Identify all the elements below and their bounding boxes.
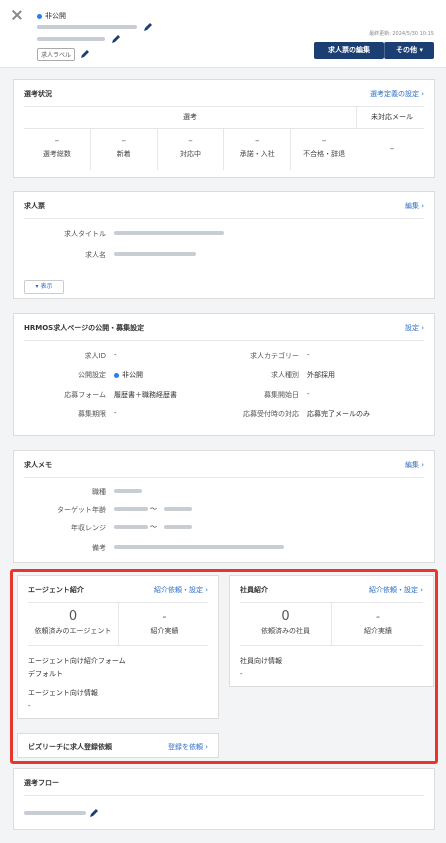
visibility-status: 非公開 <box>37 11 66 21</box>
pencil-icon[interactable] <box>143 22 153 32</box>
selection-flow-card: 選考フロー <box>13 768 435 830</box>
redacted-text <box>37 37 105 41</box>
card-title: 求人票 <box>24 202 45 210</box>
job-title-line <box>37 22 153 32</box>
field-key: 求人ID <box>84 352 106 360</box>
selection-definition-link[interactable]: 選考定義の設定 › <box>370 89 424 99</box>
status-count: – <box>321 136 327 146</box>
redacted-text <box>114 525 148 529</box>
status-label: 選考総数 <box>42 150 71 158</box>
status-label: 対応中 <box>179 150 201 158</box>
field-key: 求人カテゴリー <box>250 352 299 360</box>
field-value: 応募完了メールのみ <box>307 410 370 418</box>
field-value: - <box>307 351 310 359</box>
memo-key: 年収レンジ <box>71 524 106 532</box>
pencil-icon[interactable] <box>80 49 90 59</box>
memo-key: ターゲット年齢 <box>57 506 106 514</box>
hrmos-settings-card: HRMOS求人ページの公開・募集設定 設定 › 求人ID - 公開設定 非公開 … <box>13 313 435 436</box>
redacted-text <box>164 525 192 529</box>
status-column[interactable]: – 選考総数 <box>24 128 91 170</box>
divider <box>24 795 424 796</box>
field-value: 非公開 <box>114 370 143 380</box>
edit-job-button[interactable]: 求人票の編集 <box>314 42 384 59</box>
field-key: 公開設定 <box>78 371 106 379</box>
status-column[interactable]: – 不合格・辞退 <box>291 128 357 170</box>
status-dot-icon <box>114 372 119 378</box>
more-button[interactable]: その他 ▾ <box>384 42 434 59</box>
status-count: – <box>54 136 60 146</box>
divider <box>24 340 424 341</box>
last-updated: 最終更新: 2024/5/30 10:15 <box>369 31 434 37</box>
pencil-icon[interactable] <box>111 34 121 44</box>
status-column[interactable]: – 新着 <box>91 128 158 170</box>
redacted-text <box>114 507 148 511</box>
card-title: 選考状況 <box>24 90 52 98</box>
divider <box>24 218 424 219</box>
selection-group-header: 選考 <box>24 106 357 128</box>
field-key: 求人種別 <box>271 371 299 379</box>
field-value: - <box>114 351 117 359</box>
redacted-text <box>114 545 284 549</box>
range-separator: 〜 <box>150 523 157 531</box>
job-ticket-card: 求人票 編集 › 求人タイトル 求人名 ▾ 表示 <box>13 191 435 299</box>
status-column[interactable]: – 承諾・入社 <box>224 128 292 170</box>
pencil-icon[interactable] <box>89 808 99 818</box>
status-columns: – 選考総数 – 新着 – 対応中 – 承諾・入社 – 不合格・辞退 <box>24 128 357 170</box>
close-icon[interactable] <box>11 9 23 21</box>
status-dot-icon <box>37 13 42 19</box>
unhandled-mail-header: 未対応メール <box>371 113 413 121</box>
field-value: 履歴書＋職務経歴書 <box>114 391 177 399</box>
row-key: 求人名 <box>85 251 106 259</box>
field-key: 募集開始日 <box>264 391 299 399</box>
field-value: - <box>114 409 117 417</box>
redacted-text <box>114 489 142 493</box>
status-count: – <box>121 136 126 146</box>
status-label: 承諾・入社 <box>239 150 275 158</box>
job-memo-card: 求人メモ 編集 › 職種 ターゲット年齢 〜 年収レンジ 〜 備考 <box>13 450 435 563</box>
card-title: HRMOS求人ページの公開・募集設定 <box>24 324 145 332</box>
job-label-tag[interactable]: 求人ラベル <box>37 48 76 61</box>
field-key: 応募フォーム <box>64 391 106 399</box>
selection-status-card: 選考状況 選考定義の設定 › 選考 未対応メール – 選考総数 – 新着 – 対応中 – 承諾… <box>13 79 435 178</box>
status-label: 新着 <box>116 150 131 158</box>
memo-edit-link[interactable]: 編集 › <box>405 460 424 470</box>
memo-key: 職種 <box>92 488 106 496</box>
highlight-frame <box>10 569 438 764</box>
redacted-text <box>164 507 192 511</box>
card-title: 求人メモ <box>24 461 52 469</box>
status-count: – <box>188 136 193 146</box>
show-more-button[interactable]: ▾ 表示 <box>24 280 64 294</box>
status-label: 不合格・辞退 <box>303 150 346 158</box>
job-subtitle-line <box>37 34 121 44</box>
card-title: 選考フロー <box>24 779 59 787</box>
memo-key: 備考 <box>92 544 106 552</box>
hrmos-settings-link[interactable]: 設定 › <box>405 323 424 333</box>
row-key: 求人タイトル <box>64 230 106 238</box>
redacted-text <box>37 25 137 29</box>
field-value: 外部採用 <box>307 371 335 379</box>
unhandled-value: – <box>389 144 395 154</box>
redacted-text <box>24 811 86 815</box>
field-key: 応募受付時の対応 <box>243 410 299 418</box>
status-count: – <box>255 136 260 146</box>
divider <box>24 477 424 478</box>
field-value: - <box>307 390 310 398</box>
status-column[interactable]: – 対応中 <box>158 128 225 170</box>
redacted-text <box>114 231 224 235</box>
redacted-text <box>114 252 196 256</box>
job-header: 非公開 求人ラベル 最終更新: 2024/5/30 10:15 求人票の編集 そ… <box>0 0 446 68</box>
job-ticket-edit-link[interactable]: 編集 › <box>405 201 424 211</box>
field-key: 募集期限 <box>78 410 106 418</box>
range-separator: 〜 <box>150 505 157 513</box>
